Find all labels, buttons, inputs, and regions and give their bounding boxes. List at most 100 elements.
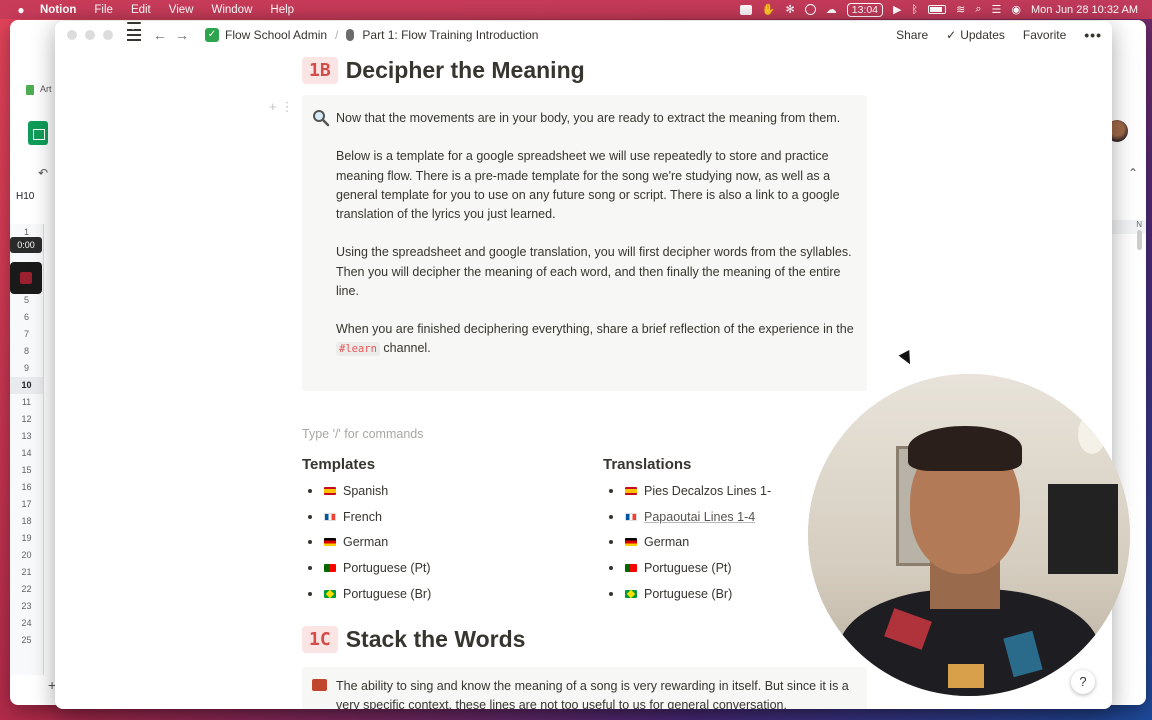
command-placeholder[interactable]: Type '/' for commands [302, 427, 423, 441]
row-header[interactable]: 21 [10, 564, 43, 581]
section-heading-1b: 1B Decipher the Meaning [302, 57, 585, 84]
row-header[interactable]: 19 [10, 530, 43, 547]
sidebar-menu-icon[interactable]: 4 [127, 22, 141, 41]
sheet-tab-label[interactable]: Art [40, 84, 52, 94]
list-item[interactable]: Portuguese (Pt) [308, 555, 431, 581]
germany-flag-icon [324, 538, 336, 547]
bluetooth-icon[interactable]: ᛒ [912, 4, 919, 16]
zoom-window-button[interactable] [103, 30, 113, 40]
template-link[interactable]: Spanish [343, 484, 388, 498]
callout-text[interactable]: The ability to sing and know the meaning… [336, 677, 866, 709]
spain-flag-icon [324, 486, 336, 495]
section-title[interactable]: Decipher the Meaning [346, 57, 585, 84]
row-header[interactable]: 17 [10, 496, 43, 513]
siri-icon[interactable]: ◉ [1011, 3, 1021, 16]
wifi-icon[interactable]: ≋ [956, 3, 965, 16]
favorite-button[interactable]: Favorite [1023, 28, 1066, 42]
brick-icon [312, 679, 327, 691]
menu-window[interactable]: Window [211, 4, 252, 16]
row-header[interactable]: 18 [10, 513, 43, 530]
row-header[interactable]: 16 [10, 479, 43, 496]
cell-reference[interactable]: H10 [16, 191, 34, 202]
list-item[interactable]: French [308, 504, 431, 530]
row-header-selected[interactable]: 10 [10, 377, 43, 394]
battery-icon[interactable] [928, 5, 947, 14]
list-item[interactable]: Spanish [308, 478, 431, 504]
screen-record-icon[interactable] [739, 4, 752, 15]
row-header[interactable]: 11 [10, 394, 43, 411]
template-link[interactable]: Portuguese (Pt) [343, 561, 431, 575]
translation-link[interactable]: Pies Decalzos Lines 1- [644, 484, 771, 498]
row-header[interactable]: 7 [10, 326, 43, 343]
apple-icon[interactable]: ● [14, 3, 28, 17]
callout-text[interactable]: Now that the movements are in your body,… [336, 109, 856, 379]
row-header[interactable]: 20 [10, 547, 43, 564]
chevron-up-icon[interactable]: ⌃ [1128, 166, 1138, 180]
menu-datetime[interactable]: Mon Jun 28 10:32 AM [1031, 4, 1138, 16]
row-header[interactable]: 8 [10, 343, 43, 360]
help-button[interactable]: ? [1071, 670, 1095, 694]
menu-edit[interactable]: Edit [131, 4, 151, 16]
callout-block[interactable]: The ability to sing and know the meaning… [302, 667, 867, 709]
list-item[interactable]: German [308, 530, 431, 556]
row-header[interactable]: 12 [10, 411, 43, 428]
menu-view[interactable]: View [169, 4, 194, 16]
list-item[interactable]: German [609, 530, 771, 556]
close-window-button[interactable] [67, 30, 77, 40]
menu-file[interactable]: File [94, 4, 113, 16]
share-button[interactable]: Share [896, 28, 928, 42]
row-header[interactable]: 22 [10, 581, 43, 598]
menu-help[interactable]: Help [270, 4, 294, 16]
section-badge: 1B [302, 57, 338, 84]
clock-badge[interactable]: 13:04 [846, 2, 884, 17]
translation-link[interactable]: Portuguese (Pt) [644, 561, 732, 575]
menu-app-name[interactable]: Notion [40, 4, 76, 16]
translation-link[interactable]: German [644, 535, 689, 549]
paragraph: Now that the movements are in your body,… [336, 111, 841, 125]
scrollbar[interactable] [1137, 230, 1142, 250]
record-status-icon[interactable] [804, 4, 816, 15]
cloud-icon[interactable]: ☁ [826, 3, 837, 16]
hand-icon[interactable]: ✋ [762, 3, 776, 16]
webcam-overlay[interactable] [808, 374, 1130, 696]
breadcrumb-current[interactable]: Part 1: Flow Training Introduction [362, 28, 538, 42]
undo-icon[interactable]: ↶ [38, 166, 48, 180]
row-header[interactable]: 13 [10, 428, 43, 445]
template-link[interactable]: French [343, 510, 382, 524]
list-item[interactable]: Portuguese (Br) [308, 581, 431, 607]
paragraph-text: When you are finished deciphering everyt… [336, 322, 854, 337]
list-item[interactable]: Portuguese (Pt) [609, 555, 771, 581]
translation-link[interactable]: Portuguese (Br) [644, 587, 732, 601]
template-link[interactable]: German [343, 535, 388, 549]
row-header[interactable]: 14 [10, 445, 43, 462]
section-title[interactable]: Stack the Words [346, 626, 526, 653]
more-options-icon[interactable]: ••• [1084, 27, 1102, 43]
play-icon[interactable]: ▶ [893, 3, 901, 16]
row-header[interactable]: 6 [10, 309, 43, 326]
minimize-window-button[interactable] [85, 30, 95, 40]
portugal-flag-icon [625, 564, 637, 573]
list-item[interactable]: Portuguese (Br) [609, 581, 771, 607]
row-header[interactable]: 15 [10, 462, 43, 479]
bullet [308, 514, 312, 519]
control-center-icon[interactable]: ☰ [992, 3, 1002, 16]
list-item[interactable]: Papaoutai Lines 1-4 [609, 504, 771, 530]
row-header[interactable]: 24 [10, 615, 43, 632]
spain-flag-icon [625, 486, 637, 495]
translation-link[interactable]: Papaoutai Lines 1-4 [644, 510, 755, 524]
row-header[interactable]: 9 [10, 360, 43, 377]
row-header[interactable]: 5 [10, 292, 43, 309]
spotlight-search-icon[interactable]: ⌕ [975, 3, 981, 16]
callout-block[interactable]: Now that the movements are in your body,… [302, 95, 867, 391]
row-header[interactable]: 23 [10, 598, 43, 615]
list-item[interactable]: Pies Decalzos Lines 1- [609, 478, 771, 504]
window-controls [67, 30, 113, 40]
settings-gear-icon[interactable]: ✻ [786, 3, 795, 16]
google-sheets-icon[interactable] [28, 121, 48, 145]
stop-recording-button[interactable] [10, 262, 42, 294]
updates-button[interactable]: ✓ Updates [946, 28, 1005, 42]
template-link[interactable]: Portuguese (Br) [343, 587, 431, 601]
breadcrumb-parent[interactable]: Flow School Admin [225, 28, 327, 42]
row-header[interactable]: 25 [10, 632, 43, 649]
back-forward-icons[interactable]: ←→ [153, 27, 197, 43]
